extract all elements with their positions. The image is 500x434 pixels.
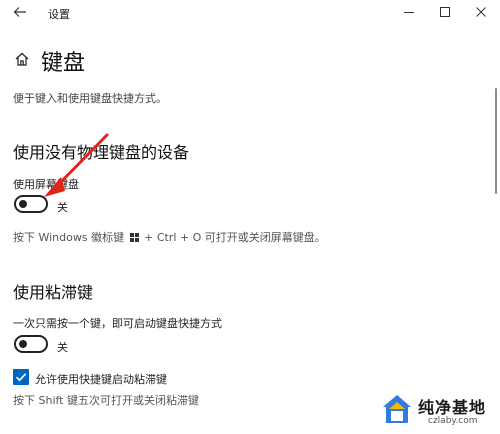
hint-prefix: 按下 Windows 徽标键 [13, 231, 125, 244]
maximize-icon[interactable] [437, 4, 453, 20]
sticky-keys-toggle[interactable] [14, 335, 48, 353]
sticky-keys-toggle-state: 关 [57, 341, 68, 354]
sticky-keys-shortcut-checkbox[interactable] [13, 369, 29, 385]
sticky-keys-hint: 按下 Shift 键五次可打开或关闭粘滞键 [13, 394, 199, 407]
scrollbar[interactable] [495, 88, 497, 194]
on-screen-keyboard-toggle-state: 关 [57, 201, 68, 214]
on-screen-keyboard-hint: 按下 Windows 徽标键 + Ctrl + O 可打开或关闭屏幕键盘。 [13, 229, 326, 245]
section-title-sticky-keys: 使用粘滞键 [13, 283, 94, 302]
section-title-on-screen-keyboard: 使用没有物理键盘的设备 [13, 143, 190, 162]
toggle-knob [19, 340, 27, 348]
watermark-name: 纯净基地 [418, 398, 487, 417]
title-bar: 设置 [0, 0, 500, 28]
checkmark-icon [15, 373, 27, 382]
watermark-logo: 纯净基地 czlaby.com [372, 389, 500, 434]
on-screen-keyboard-toggle[interactable] [14, 195, 48, 213]
window-title: 设置 [48, 8, 70, 21]
toggle-knob [19, 200, 27, 208]
watermark-house-icon [380, 392, 414, 426]
page-description: 便于键入和使用键盘快捷方式。 [13, 92, 167, 105]
hint-suffix: + Ctrl + O 可打开或关闭屏幕键盘。 [144, 231, 326, 244]
watermark-url: czlaby.com [428, 416, 478, 426]
windows-logo-icon [129, 232, 139, 245]
sticky-keys-shortcut-label: 允许使用快捷键启动粘滞键 [35, 373, 167, 386]
on-screen-keyboard-label: 使用屏幕键盘 [13, 178, 79, 191]
home-icon [14, 51, 30, 67]
minimize-icon[interactable] [401, 4, 417, 20]
close-icon[interactable] [473, 4, 489, 20]
back-arrow-icon[interactable] [12, 4, 28, 20]
page-title: 键盘 [41, 51, 86, 76]
sticky-keys-label: 一次只需按一个键，即可启动键盘快捷方式 [13, 317, 222, 330]
